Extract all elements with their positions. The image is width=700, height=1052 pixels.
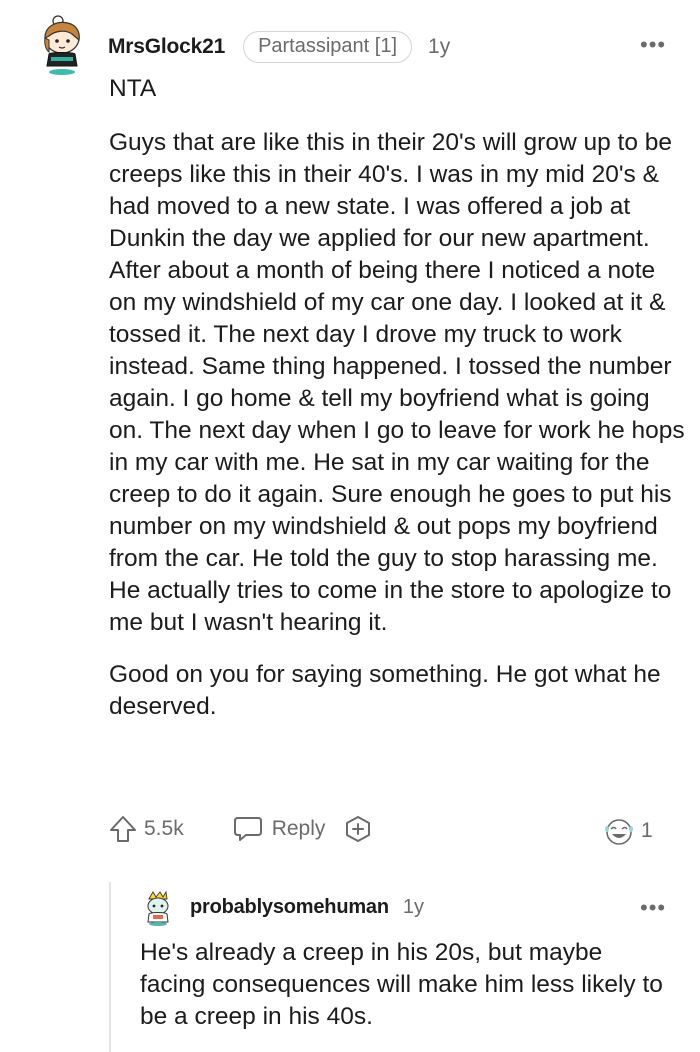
reply-button[interactable]: Reply xyxy=(232,815,326,843)
timestamp: 1y xyxy=(428,35,451,58)
user-flair: Partassipant [1] xyxy=(243,31,413,63)
more-options-icon[interactable]: ••• xyxy=(640,34,666,56)
awards-received[interactable]: 1 xyxy=(600,816,653,846)
upvote-count: 5.5k xyxy=(144,817,184,840)
comment-header: MrsGlock21 Partassipant [1] 1y xyxy=(108,30,450,64)
reply-timestamp: 1y xyxy=(402,896,424,918)
plus-award-icon xyxy=(346,816,371,842)
reply-user-avatar[interactable] xyxy=(143,890,173,926)
award-count: 1 xyxy=(641,819,653,842)
reply-more-options-icon[interactable]: ••• xyxy=(640,897,666,919)
upvote-button[interactable]: 5.5k xyxy=(108,814,184,844)
thread-line[interactable] xyxy=(109,882,111,1052)
comment-actions: 5.5k Reply xyxy=(108,811,668,847)
reply-body: He's already a creep in his 20s, but may… xyxy=(140,937,670,1033)
username[interactable]: MrsGlock21 xyxy=(108,35,225,59)
comment-body: NTA Guys that are like this in their 20'… xyxy=(109,73,689,723)
user-avatar[interactable] xyxy=(36,14,88,78)
speech-bubble-icon xyxy=(233,817,262,841)
laughing-face-award-icon xyxy=(605,819,633,845)
reply-paragraph: He's already a creep in his 20s, but may… xyxy=(140,939,663,1030)
upvote-arrow-icon[interactable] xyxy=(108,814,138,844)
comment-paragraph: Guys that are like this in their 20's wi… xyxy=(109,129,685,636)
comment-paragraph: NTA xyxy=(109,75,157,102)
reply-header: probablysomehuman 1y xyxy=(190,896,424,919)
give-award-button[interactable] xyxy=(343,814,373,844)
reply-label: Reply xyxy=(271,817,326,840)
reply-username[interactable]: probablysomehuman xyxy=(190,896,389,919)
comment-paragraph: Good on you for saying something. He got… xyxy=(109,661,661,720)
